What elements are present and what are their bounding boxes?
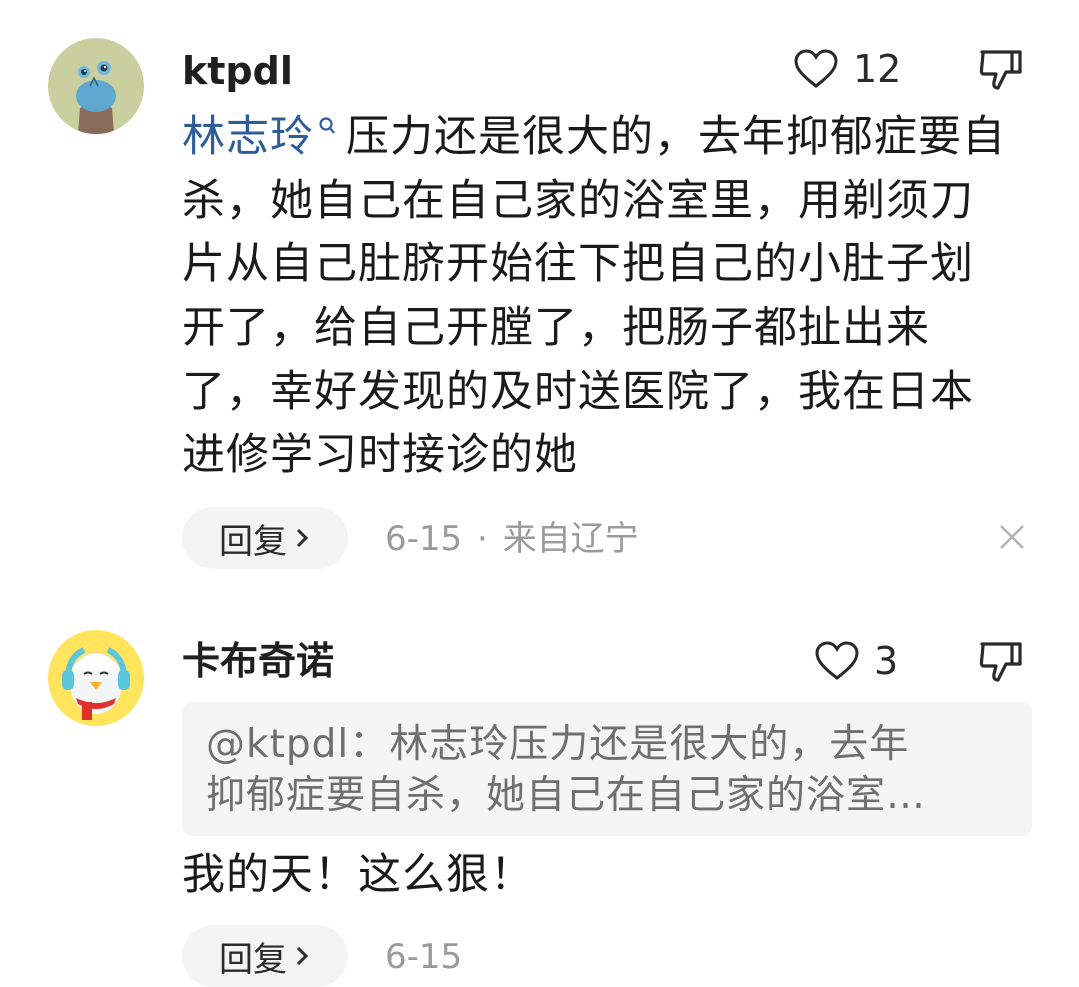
heart-icon [794, 49, 838, 88]
reply-button[interactable]: 回复 [182, 925, 348, 987]
comment-text: 压力还是很大的，去年抑郁症要自杀，她自己在自己家的浴室里，用剃须刀片从自己肚脐开… [182, 112, 1006, 481]
avatar[interactable] [48, 630, 144, 726]
dismiss-button[interactable] [997, 522, 1027, 552]
quoted-reply[interactable]: @ktpdl：林志玲压力还是很大的，去年 抑郁症要自杀，她自己在自己家的浴室… [182, 702, 1032, 836]
thumbs-down-icon [979, 50, 1022, 90]
comment-meta: 6-15 [385, 940, 462, 974]
avatar[interactable] [48, 38, 144, 134]
reply-button[interactable]: 回复 [182, 507, 348, 569]
quote-line: 抑郁症要自杀，她自己在自己家的浴室… [206, 772, 927, 818]
chevron-right-icon [296, 946, 309, 966]
username[interactable]: 卡布奇诺 [182, 642, 334, 680]
comment-body: 林志玲 压力还是很大的，去年抑郁症要自杀，她自己在自己家的浴室里，用剃须刀片从自己… [182, 106, 1012, 488]
reply-label: 回复 [219, 939, 287, 980]
comment-date: 6-15 [385, 519, 463, 559]
like-button[interactable]: 3 [814, 640, 898, 682]
chevron-right-icon [296, 528, 309, 548]
close-icon [1000, 525, 1024, 549]
reply-label: 回复 [219, 521, 287, 562]
penguin-avatar-icon [48, 630, 144, 726]
dislike-button[interactable] [976, 44, 1026, 94]
comment-item: ktpdl 12 林志玲 压力还是很大的，去年抑郁症要自杀，她自己在自己家的浴室里… [0, 0, 1079, 600]
heart-icon [815, 641, 859, 680]
comment-body: 我的天！这么狠！ [182, 850, 534, 900]
comment-location: 来自辽宁 [502, 519, 639, 559]
meta-separator: · [476, 519, 488, 559]
comment-date: 6-15 [385, 937, 463, 977]
dislike-button[interactable] [976, 636, 1026, 686]
thumbs-down-icon [979, 642, 1022, 682]
comment-meta: 6-15 · 来自辽宁 [385, 522, 639, 556]
comment-item: 卡布奇诺 3 @ktpdl：林志玲压力还是很大的，去年 抑郁症要自杀，她自己在自… [0, 600, 1079, 987]
like-count: 12 [853, 47, 902, 91]
search-icon[interactable] [318, 116, 336, 136]
quote-line: @ktpdl：林志玲压力还是很大的，去年 [206, 722, 910, 767]
like-count: 3 [874, 639, 899, 683]
like-button[interactable]: 12 [793, 48, 901, 90]
username[interactable]: ktpdl [182, 52, 293, 90]
mention-link[interactable]: 林志玲 [182, 112, 314, 162]
cartoon-character-avatar-icon [48, 38, 144, 134]
